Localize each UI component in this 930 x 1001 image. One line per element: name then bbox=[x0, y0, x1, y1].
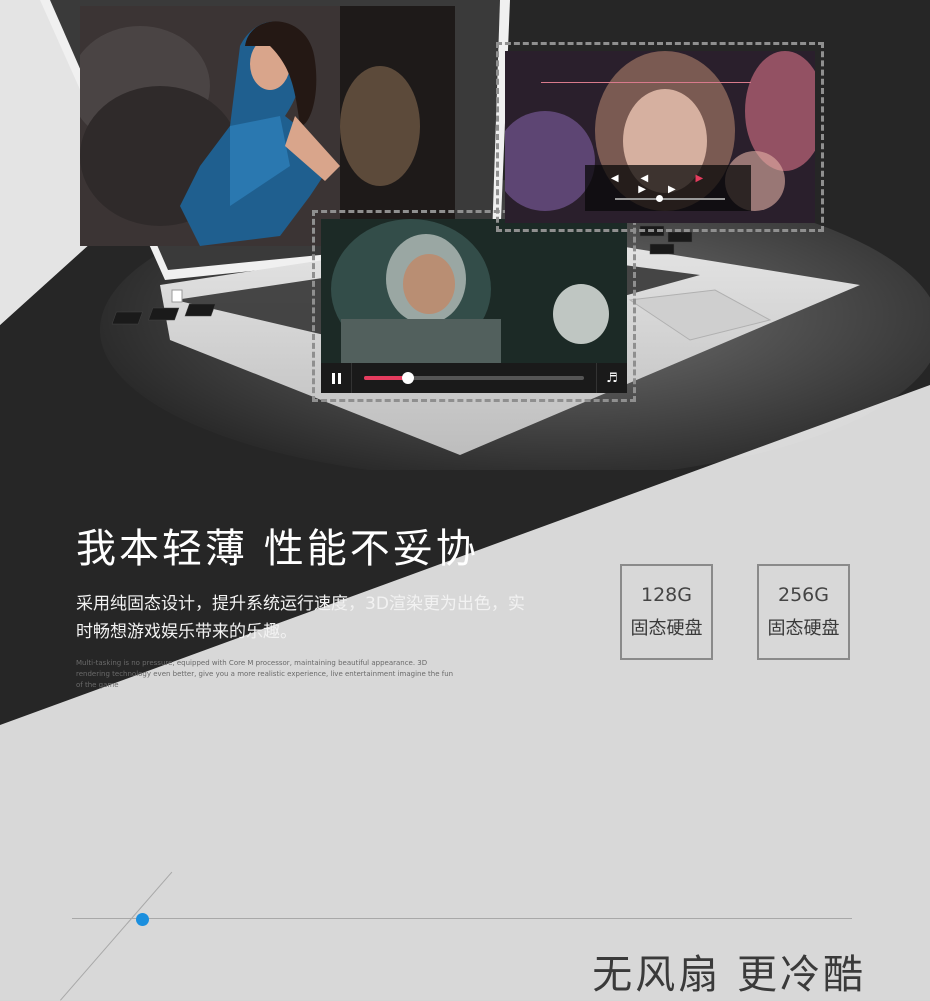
spec-capacity: 256G bbox=[778, 584, 829, 606]
mini-player-overlay: ◀◀ ▶ ▶▶ bbox=[496, 42, 824, 232]
spec-box-256g: 256G 固态硬盘 bbox=[757, 564, 850, 660]
feature-description: 采用纯固态设计，提升系统运行速度，3D渲染更为出色，实时畅想游戏娱乐带来的乐趣。 bbox=[76, 594, 525, 642]
spec-capacity: 128G bbox=[641, 584, 692, 606]
section-divider-dot bbox=[136, 913, 149, 926]
mini-player-progress-thumb[interactable] bbox=[656, 195, 663, 202]
laptop-illustration: ♬ ◀◀ ▶ ▶▶ bbox=[0, 0, 930, 480]
feature-english-note: Multi-tasking is no pressure, equipped w… bbox=[76, 659, 454, 689]
video-player-overlay: ♬ bbox=[312, 210, 636, 402]
volume-icon[interactable]: ♬ bbox=[596, 363, 627, 393]
spec-box-128g: 128G 固态硬盘 bbox=[620, 564, 713, 660]
feature-headline: 我本轻薄 性能不妥协 bbox=[76, 526, 479, 572]
video-progress-thumb[interactable] bbox=[402, 372, 414, 384]
play-icon[interactable]: ▶ bbox=[695, 173, 725, 184]
spec-type: 固态硬盘 bbox=[630, 618, 703, 639]
mini-player-top-bar bbox=[519, 75, 809, 91]
section-divider-line bbox=[72, 918, 852, 919]
rewind-icon[interactable]: ◀◀ bbox=[611, 173, 670, 184]
spec-type: 固态硬盘 bbox=[767, 618, 840, 639]
next-section-title: 无风扇 更冷酷 bbox=[592, 952, 866, 998]
video-control-bar: ♬ bbox=[321, 363, 627, 393]
mini-player-progress-track[interactable] bbox=[615, 195, 725, 202]
mini-player-thumbnail: ◀◀ ▶ ▶▶ bbox=[505, 51, 815, 223]
pause-icon[interactable] bbox=[321, 363, 352, 393]
mini-player-controls: ◀◀ ▶ ▶▶ bbox=[585, 165, 751, 211]
fast-forward-icon[interactable]: ▶▶ bbox=[638, 184, 697, 195]
video-progress-track[interactable] bbox=[364, 372, 584, 384]
video-thumbnail bbox=[321, 219, 627, 363]
